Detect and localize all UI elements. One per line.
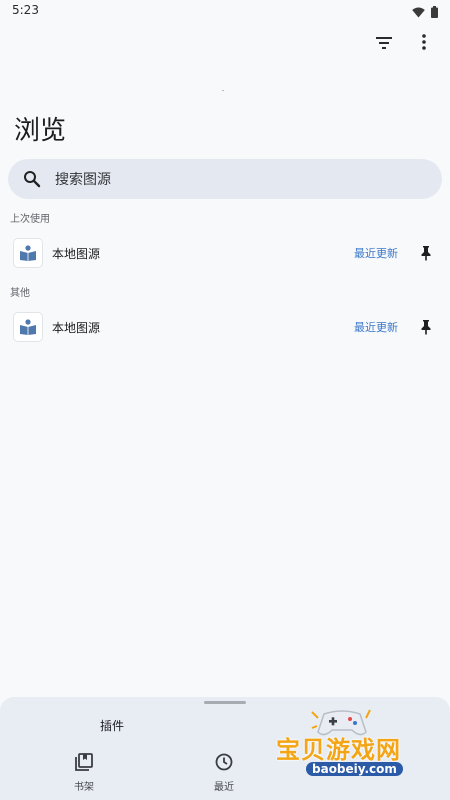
source-name: 本地图源 <box>52 246 101 261</box>
status-bar: 5:23 <box>0 0 450 22</box>
source-row-other[interactable]: 本地图源 最近更新 <box>0 306 450 348</box>
drag-handle[interactable] <box>204 701 246 704</box>
pin-icon[interactable] <box>416 243 436 263</box>
nav-recent-label: 最近 <box>214 782 234 793</box>
search-icon <box>22 169 42 189</box>
site-watermark: 宝贝游戏网 baobeiy.com <box>270 706 420 796</box>
section-label-other: 其他 <box>10 288 30 299</box>
plugin-tab[interactable]: 插件 <box>100 717 124 734</box>
watermark-text: 宝贝游戏网 <box>276 736 401 764</box>
library-icon <box>75 753 93 775</box>
status-time: 5:23 <box>12 3 39 17</box>
more-options-button[interactable] <box>406 30 442 58</box>
nav-bookshelf-label: 书架 <box>74 782 94 793</box>
filter-button[interactable] <box>366 30 402 58</box>
status-icons <box>412 3 438 22</box>
watermark-url: baobeiy.com <box>306 762 403 776</box>
latest-update-link[interactable]: 最近更新 <box>354 245 398 261</box>
nav-recent[interactable]: 最近 <box>194 753 254 793</box>
top-actions <box>366 30 442 58</box>
source-book-icon <box>14 239 42 267</box>
pin-icon[interactable] <box>416 317 436 337</box>
divider-dot <box>222 90 224 91</box>
section-label-recent: 上次使用 <box>10 214 50 225</box>
nav-bookshelf[interactable]: 书架 <box>54 753 114 793</box>
search-input[interactable]: 搜索图源 <box>55 169 111 189</box>
wifi-icon <box>412 3 425 22</box>
more-vert-icon <box>422 34 426 54</box>
clock-icon <box>215 753 233 775</box>
source-name: 本地图源 <box>52 320 101 335</box>
latest-update-link[interactable]: 最近更新 <box>354 319 398 335</box>
page-title: 浏览 <box>14 116 67 146</box>
source-book-icon <box>14 313 42 341</box>
search-bar[interactable]: 搜索图源 <box>8 159 442 199</box>
filter-icon <box>375 35 393 54</box>
battery-icon <box>431 3 438 22</box>
source-row-recent[interactable]: 本地图源 最近更新 <box>0 232 450 274</box>
